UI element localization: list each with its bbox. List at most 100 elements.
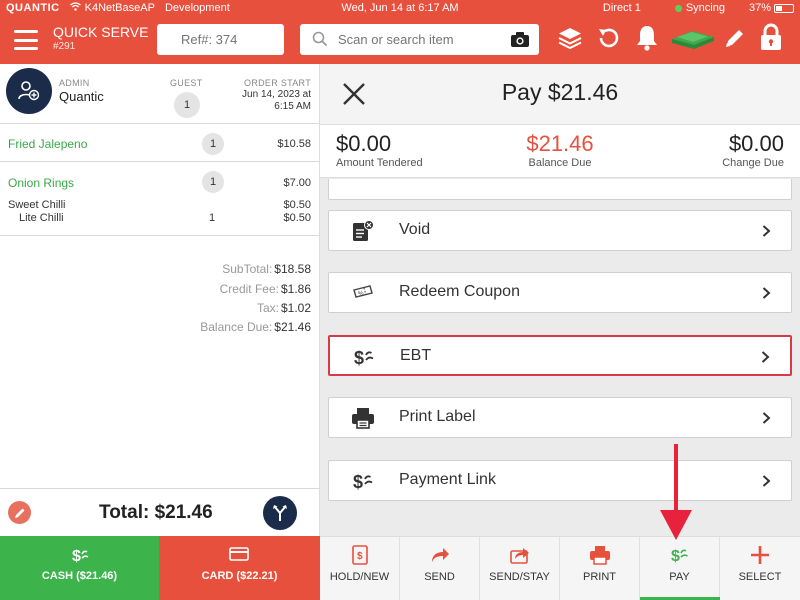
printer-icon <box>590 546 610 565</box>
print-button[interactable]: PRINT <box>560 537 640 600</box>
hold-new-button[interactable]: $ HOLD/NEW <box>320 537 400 600</box>
send-stay-icon <box>510 548 529 564</box>
chevron-right-icon <box>762 287 771 299</box>
dollar-icon: $ <box>671 548 688 565</box>
pay-button[interactable]: $ PAY <box>640 537 720 600</box>
order-item-price: $7.00 <box>283 177 311 189</box>
cash-pay-button[interactable]: $ CASH ($21.46) <box>0 536 159 600</box>
divider <box>0 123 320 124</box>
change-due: $0.00 Change Due <box>722 131 784 169</box>
payment-option-label: EBT <box>400 347 432 364</box>
menu-icon[interactable] <box>14 30 38 50</box>
admin-name: Quantic <box>59 89 104 104</box>
chevron-right-icon <box>762 412 771 424</box>
order-start-label: ORDER START <box>244 78 311 88</box>
credit-fee-value: $1.86 <box>280 282 311 296</box>
card-pay-button[interactable]: CARD ($22.21) <box>159 536 320 600</box>
print-label: PRINT <box>583 571 616 583</box>
split-order-button[interactable] <box>263 496 297 530</box>
edit-order-button[interactable] <box>8 501 31 524</box>
guest-count[interactable]: 1 <box>174 92 200 118</box>
battery-status: 37% <box>749 2 794 14</box>
order-total: Total: $21.46 <box>99 502 213 523</box>
order-number: #291 <box>53 41 76 52</box>
payment-option-partial[interactable] <box>328 179 792 200</box>
search-input[interactable] <box>338 24 503 55</box>
status-bar: QUANTIC K4NetBaseAP Development Wed, Jun… <box>0 0 800 16</box>
payment-option-redeem-coupon[interactable]: % Redeem Coupon <box>328 272 792 313</box>
payment-option-print-label[interactable]: Print Label <box>328 397 792 438</box>
payment-panel: Pay $21.46 $0.00 Amount Tendered $21.46 … <box>320 64 800 536</box>
send-stay-label: SEND/STAY <box>489 571 550 583</box>
sync-indicator-icon <box>674 4 682 12</box>
battery-percent: 37% <box>748 2 771 14</box>
tax-label: Tax: <box>256 301 279 315</box>
order-item-price: $10.58 <box>277 138 311 150</box>
send-stay-button[interactable]: SEND/STAY <box>480 537 560 600</box>
payment-option-label: Void <box>399 221 431 238</box>
hold-new-label: HOLD/NEW <box>329 571 390 583</box>
order-item-qty[interactable]: 1 <box>202 171 224 193</box>
app-title: QUICK SERVE <box>53 24 149 40</box>
balance-due-line: Balance Due: $21.46 <box>200 320 311 334</box>
send-button[interactable]: SEND <box>400 537 480 600</box>
camera-icon[interactable] <box>510 31 530 48</box>
search-icon <box>312 31 328 47</box>
svg-text:$: $ <box>72 548 81 564</box>
payment-option-label: Payment Link <box>399 471 496 488</box>
add-customer-button[interactable] <box>6 68 52 114</box>
modifier-price: $0.50 <box>283 199 311 211</box>
payment-option-label: Print Label <box>399 408 476 425</box>
coupon-icon: % <box>353 285 373 298</box>
cash-drawer-icon[interactable] <box>670 27 716 51</box>
payment-option-ebt[interactable]: $ EBT <box>328 335 792 376</box>
device-label: Direct 1 <box>602 2 641 14</box>
payment-option-payment-link[interactable]: $ Payment Link <box>328 460 792 501</box>
card-button-label: CARD ($22.21) <box>201 570 278 582</box>
payment-option-label: Redeem Coupon <box>399 283 520 300</box>
pay-label: PAY <box>669 571 690 583</box>
balance-due-label: Balance Due: <box>200 320 273 334</box>
refund-icon[interactable] <box>596 26 622 50</box>
subtotal-label: SubTotal: <box>222 262 273 276</box>
change-due-value: $0.00 <box>728 131 784 156</box>
change-due-label: Change Due <box>722 157 784 169</box>
order-item-name[interactable]: Onion Rings <box>8 176 74 190</box>
svg-text:$: $ <box>357 551 363 562</box>
svg-text:$: $ <box>671 548 680 565</box>
split-icon <box>273 505 287 521</box>
payment-header: Pay $21.46 <box>320 64 800 124</box>
select-button[interactable]: SELECT <box>720 537 800 600</box>
order-start-line1: Jun 14, 2023 at <box>242 89 311 100</box>
divider <box>0 161 320 162</box>
order-panel: ADMIN Quantic GUEST 1 ORDER START Jun 14… <box>0 64 320 536</box>
layers-icon[interactable] <box>557 25 583 51</box>
printer-icon <box>352 408 374 429</box>
payment-option-void[interactable]: Void <box>328 210 792 251</box>
battery-level <box>776 5 782 11</box>
dollar-icon: $ <box>353 472 373 492</box>
edit-pencil-icon[interactable] <box>723 26 747 50</box>
lock-icon[interactable] <box>759 22 783 52</box>
order-item-name[interactable]: Fried Jalepeno <box>8 137 87 151</box>
plus-icon <box>751 546 769 564</box>
payment-amounts: $0.00 Amount Tendered $21.46 Balance Due… <box>320 124 800 178</box>
notification-bell-icon[interactable] <box>635 24 659 52</box>
admin-label: ADMIN <box>59 78 90 88</box>
order-item-qty[interactable]: 1 <box>202 133 224 155</box>
divider <box>0 488 320 489</box>
action-toolbar: $ HOLD/NEW SEND SEND/STAY PRINT $ PAY SE… <box>320 536 800 600</box>
sync-status-text: Syncing <box>685 2 725 14</box>
chevron-right-icon <box>761 351 770 363</box>
payment-options-list[interactable]: Void % Redeem Coupon $ EBT Print Label $… <box>328 179 792 536</box>
ref-number-input[interactable] <box>157 24 284 55</box>
environment-label: Development <box>164 2 230 14</box>
tax-value: $1.02 <box>280 301 311 315</box>
app-header: QUICK SERVE #291 <box>0 16 800 64</box>
modifier-name: Lite Chilli <box>19 212 64 224</box>
partial-option-icon <box>351 179 375 192</box>
credit-card-icon <box>229 547 249 561</box>
select-label: SELECT <box>738 571 782 583</box>
search-box[interactable] <box>300 24 539 55</box>
payment-title: Pay $21.46 <box>501 79 619 105</box>
